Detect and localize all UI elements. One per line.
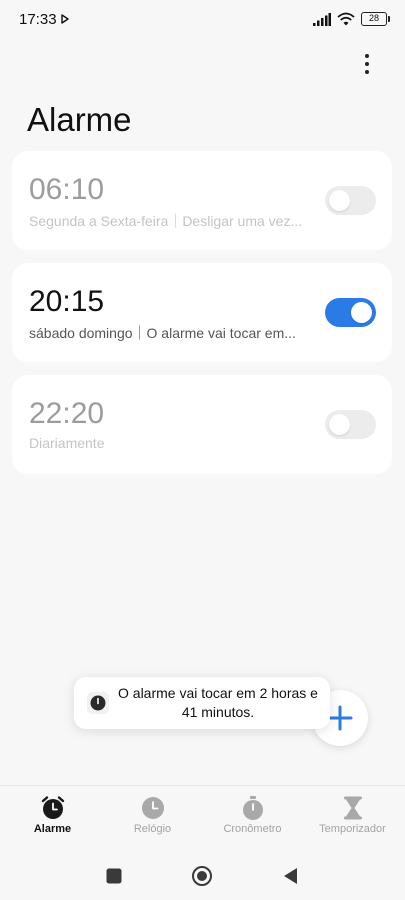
more-dot-icon bbox=[365, 54, 369, 58]
alarm-toggle[interactable] bbox=[325, 410, 376, 439]
alarm-time: 20:15 bbox=[29, 285, 105, 318]
tab-label: Temporizador bbox=[319, 823, 386, 835]
page-title: Alarme bbox=[27, 101, 132, 138]
status-time: 17:33 bbox=[19, 11, 57, 28]
toast-notification: O alarme vai tocar em 2 horas e 41 minut… bbox=[74, 677, 330, 729]
system-navigation-bar bbox=[0, 851, 405, 900]
alarm-repeat-info: Diariamente bbox=[29, 435, 105, 451]
alarm-repeat-info: sábado domingo｜O alarme vai tocar em... bbox=[29, 325, 296, 341]
tab-alarme[interactable]: Alarme bbox=[2, 786, 103, 852]
more-dot-icon bbox=[365, 62, 369, 66]
toggle-knob bbox=[329, 414, 350, 435]
home-button[interactable] bbox=[190, 864, 214, 888]
tab-relogio[interactable]: Relógio bbox=[102, 786, 203, 852]
clock-icon bbox=[141, 797, 164, 819]
hourglass-icon bbox=[343, 796, 362, 820]
alarm-toggle[interactable] bbox=[325, 186, 376, 215]
toast-message: O alarme vai tocar em 2 horas e 41 minut… bbox=[118, 685, 318, 720]
recents-button[interactable] bbox=[102, 864, 126, 888]
status-bar: 17:33 28 bbox=[0, 0, 405, 40]
alarm-time: 22:20 bbox=[29, 397, 105, 430]
battery-icon: 28 bbox=[361, 12, 390, 26]
tab-label: Alarme bbox=[33, 823, 72, 835]
battery-level: 28 bbox=[368, 13, 379, 23]
back-button[interactable] bbox=[279, 864, 303, 888]
tab-label: Cronômetro bbox=[223, 823, 282, 835]
alarm-clock-icon bbox=[41, 796, 64, 819]
alarm-toggle[interactable] bbox=[325, 298, 376, 327]
status-icons: 28 bbox=[313, 12, 390, 26]
stopwatch-icon bbox=[242, 796, 263, 820]
alarm-card-2220[interactable]: 22:20 Diariamente bbox=[12, 375, 392, 474]
alarm-screen: 17:33 28 Alarme 06:10 Segunda a Sexta-fe… bbox=[0, 0, 405, 900]
wifi-icon bbox=[337, 12, 355, 26]
alarm-card-0610[interactable]: 06:10 Segunda a Sexta-feira｜Desligar uma… bbox=[12, 151, 392, 250]
alarm-time: 06:10 bbox=[29, 173, 105, 206]
toggle-knob bbox=[351, 302, 372, 323]
toggle-knob bbox=[329, 190, 350, 211]
alarm-card-2015[interactable]: 20:15 sábado domingo｜O alarme vai tocar … bbox=[12, 263, 392, 362]
media-play-icon bbox=[61, 14, 69, 24]
bottom-navigation: Alarme Relógio Cronômetro Temporizador bbox=[0, 785, 405, 851]
clock-app-icon bbox=[87, 692, 109, 714]
more-options-button[interactable] bbox=[357, 52, 377, 76]
tab-label: Relógio bbox=[133, 823, 172, 835]
tab-cronometro[interactable]: Cronômetro bbox=[202, 786, 303, 852]
tab-temporizador[interactable]: Temporizador bbox=[302, 786, 403, 852]
more-dot-icon bbox=[365, 70, 369, 74]
signal-icon bbox=[313, 12, 331, 26]
plus-icon bbox=[327, 705, 353, 731]
alarm-repeat-info: Segunda a Sexta-feira｜Desligar uma vez..… bbox=[29, 213, 303, 229]
